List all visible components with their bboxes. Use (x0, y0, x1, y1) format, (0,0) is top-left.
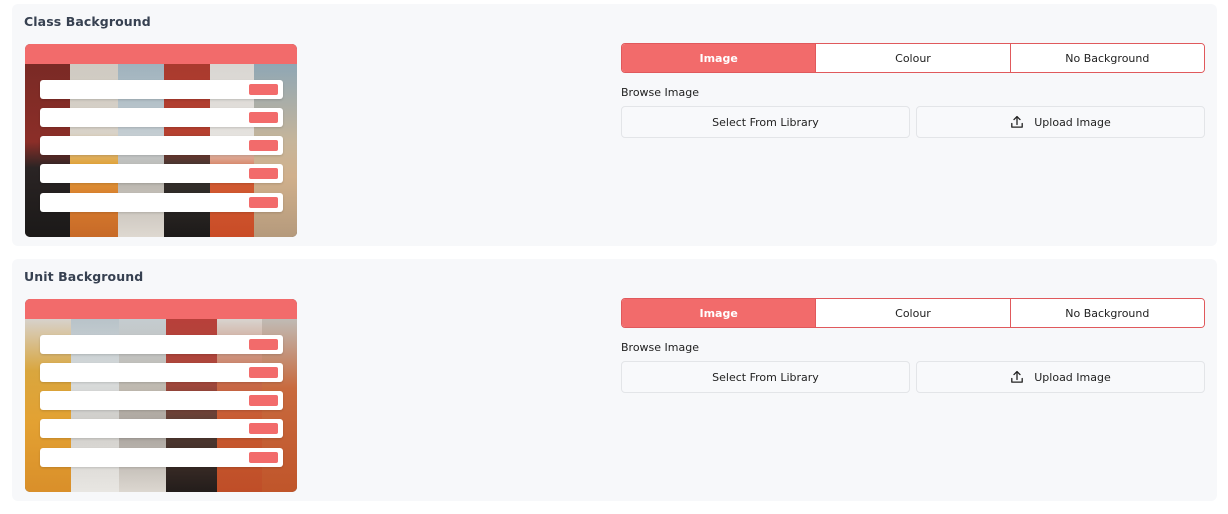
upload-icon (1010, 370, 1024, 384)
browse-image-label: Browse Image (621, 86, 699, 99)
tab-no-background[interactable]: No Background (1009, 44, 1204, 72)
preview-row (40, 448, 283, 467)
tab-image[interactable]: Image (622, 299, 816, 327)
tab-no-background[interactable]: No Background (1009, 299, 1204, 327)
class-background-panel: Class Background Image Colour No Backgro… (12, 4, 1217, 246)
preview-row (40, 136, 283, 155)
select-from-library-button[interactable]: Select From Library (621, 361, 910, 393)
tab-colour[interactable]: Colour (815, 44, 1010, 72)
browse-image-label: Browse Image (621, 341, 699, 354)
select-from-library-label: Select From Library (712, 115, 819, 129)
upload-icon (1010, 115, 1024, 129)
preview-row (40, 108, 283, 127)
tab-image[interactable]: Image (622, 44, 816, 72)
preview-row (40, 363, 283, 382)
section-title: Unit Background (24, 269, 144, 284)
preview-row (40, 80, 283, 99)
select-from-library-button[interactable]: Select From Library (621, 106, 910, 138)
preview-row (40, 193, 283, 212)
section-title: Class Background (24, 14, 151, 29)
preview-header-bar (25, 299, 297, 319)
unit-background-panel: Unit Background Image Colour No Backgrou… (12, 259, 1217, 501)
background-type-toggle: Image Colour No Background (621, 43, 1205, 73)
preview-row (40, 164, 283, 183)
preview-header-bar (25, 44, 297, 64)
background-preview-image (25, 44, 297, 237)
upload-image-button[interactable]: Upload Image (916, 361, 1205, 393)
preview-row (40, 419, 283, 438)
upload-image-label: Upload Image (1034, 370, 1111, 384)
upload-image-label: Upload Image (1034, 115, 1111, 129)
preview-row (40, 335, 283, 354)
select-from-library-label: Select From Library (712, 370, 819, 384)
background-type-toggle: Image Colour No Background (621, 298, 1205, 328)
preview-row (40, 391, 283, 410)
background-preview-image (25, 299, 297, 492)
tab-colour[interactable]: Colour (815, 299, 1010, 327)
upload-image-button[interactable]: Upload Image (916, 106, 1205, 138)
